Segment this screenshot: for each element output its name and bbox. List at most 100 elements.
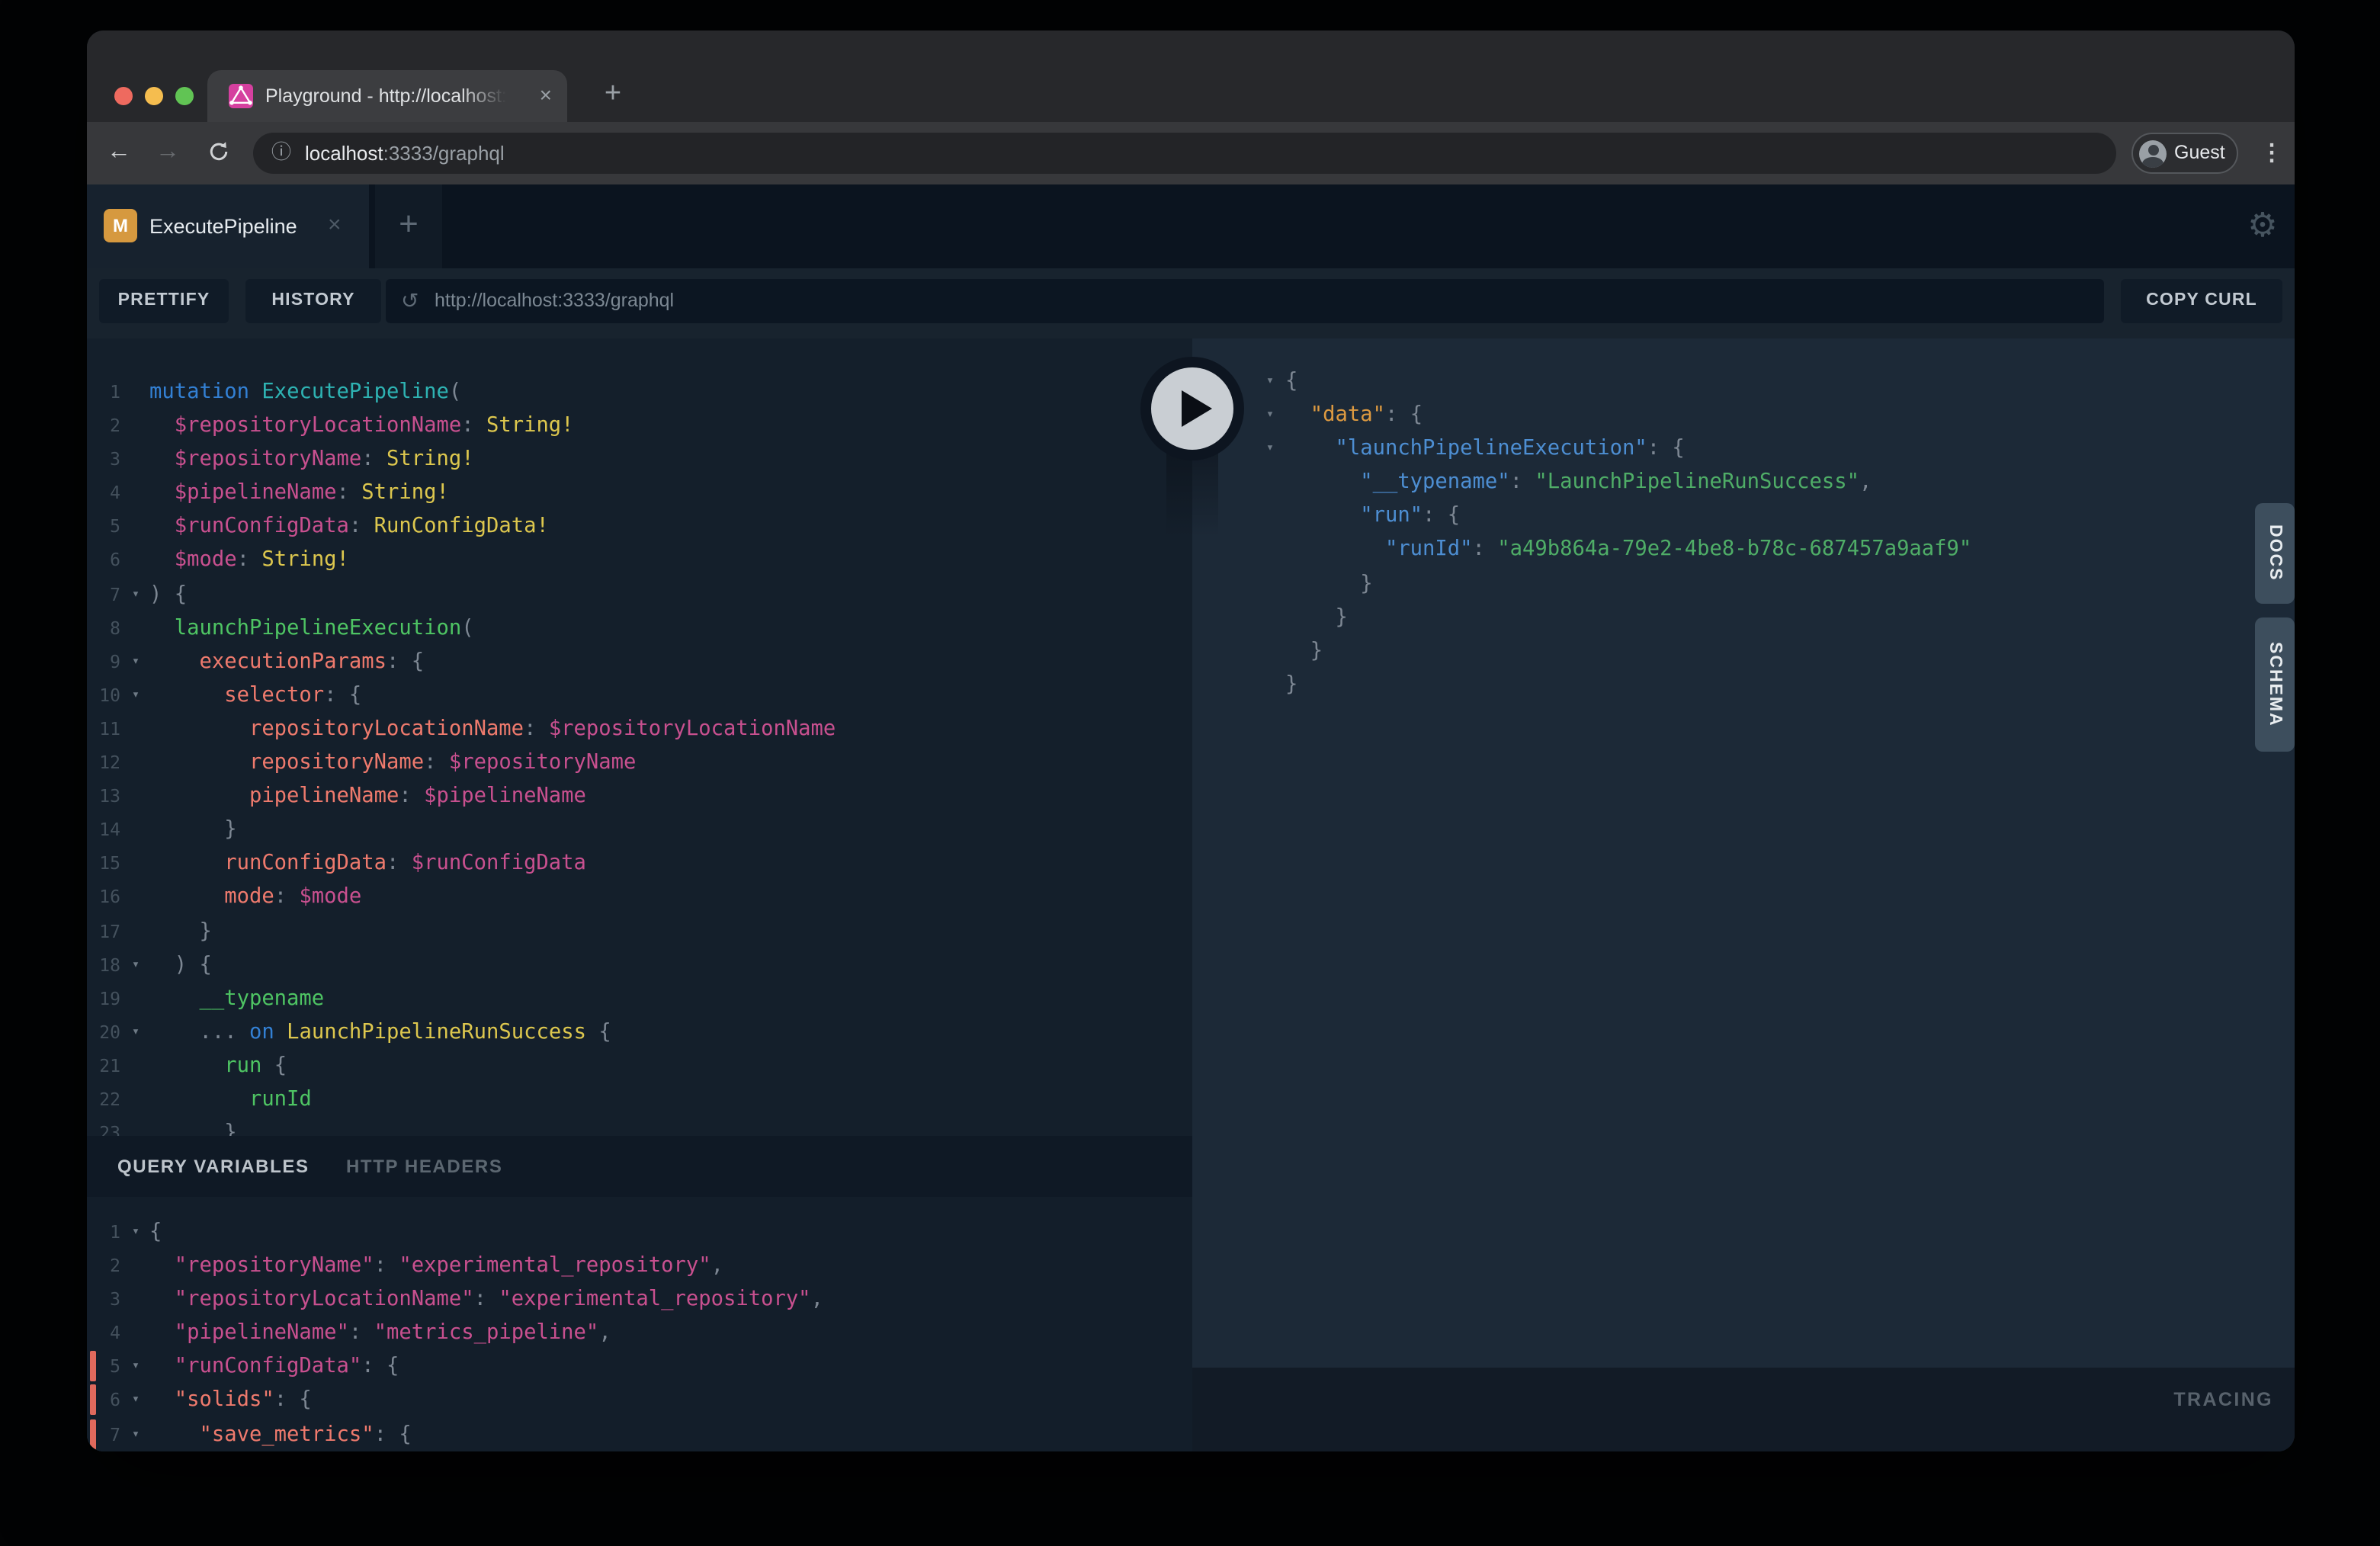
fold-arrow-icon[interactable]: ▾ [127, 577, 145, 611]
browser-tab-active[interactable]: Playground - http://localhost:3 × [207, 70, 567, 122]
code-line: "run": { [1192, 499, 2295, 533]
code-line[interactable]: 8 launchPipelineExecution( [87, 611, 1192, 644]
docs-side-tab[interactable]: DOCS [2255, 503, 2295, 604]
screen: Playground - http://localhost:3 × + ← → … [0, 0, 2380, 1546]
line-number: 7 [87, 1417, 120, 1451]
code-line[interactable]: 2 $repositoryLocationName: String! [87, 409, 1192, 442]
code-line[interactable]: 19 __typename [87, 981, 1192, 1015]
tab-http-headers[interactable]: HTTP HEADERS [346, 1136, 502, 1197]
code-line[interactable]: 7▾) { [87, 577, 1192, 611]
code-line[interactable]: 11 repositoryLocationName: $repositoryLo… [87, 712, 1192, 746]
code-line[interactable]: 14 } [87, 813, 1192, 846]
line-number: 11 [87, 712, 120, 746]
code-line[interactable]: 3 $repositoryName: String! [87, 442, 1192, 476]
fold-arrow-icon[interactable]: ▾ [127, 1350, 145, 1384]
line-number: 18 [87, 948, 120, 981]
fold-arrow-icon[interactable]: ▾ [1261, 398, 1279, 431]
traffic-light-minimize[interactable] [145, 87, 163, 105]
code-line: } [1192, 668, 2295, 701]
back-icon[interactable]: ← [101, 122, 137, 184]
traffic-light-close[interactable] [114, 87, 133, 105]
response-footer: TRACING [1192, 1368, 2295, 1451]
prettify-button[interactable]: PRETTIFY [99, 279, 229, 323]
site-info-icon[interactable]: ⓘ [271, 133, 291, 174]
code-line[interactable]: 2 "repositoryName": "experimental_reposi… [87, 1249, 1192, 1282]
line-number: 3 [87, 1282, 120, 1316]
forward-icon[interactable]: → [149, 122, 186, 184]
endpoint-input[interactable]: ↺ http://localhost:3333/graphql [386, 279, 2104, 323]
playground-toolbar: PRETTIFY HISTORY ↺ http://localhost:3333… [87, 268, 2295, 338]
fold-arrow-icon[interactable]: ▾ [1261, 364, 1279, 398]
session-tab-close-icon[interactable]: × [328, 184, 342, 268]
code-line[interactable]: 10▾ selector: { [87, 678, 1192, 712]
fold-arrow-icon[interactable]: ▾ [127, 1417, 145, 1451]
new-session-button[interactable]: + [375, 184, 442, 268]
code-line[interactable]: 3 "repositoryLocationName": "experimenta… [87, 1282, 1192, 1316]
code-line[interactable]: 15 runConfigData: $runConfigData [87, 847, 1192, 880]
code-line[interactable]: 9▾ executionParams: { [87, 645, 1192, 678]
tracing-label[interactable]: TRACING [2173, 1389, 2273, 1410]
line-number: 4 [87, 476, 120, 510]
line-number: 1 [87, 375, 120, 409]
code-line[interactable]: 16 mode: $mode [87, 880, 1192, 914]
fold-arrow-icon[interactable]: ▾ [127, 645, 145, 678]
code-line: } [1192, 600, 2295, 633]
graphql-favicon-icon [229, 84, 253, 108]
code-line: "__typename": "LaunchPipelineRunSuccess"… [1192, 466, 2295, 499]
new-tab-button[interactable]: + [590, 70, 636, 122]
browser-menu-icon[interactable]: ⋮ [2260, 133, 2284, 174]
code-line: } [1192, 566, 2295, 600]
schema-side-tab[interactable]: SCHEMA [2255, 617, 2295, 752]
code-line[interactable]: 18▾ ) { [87, 948, 1192, 981]
code-line[interactable]: 5 $runConfigData: RunConfigData! [87, 510, 1192, 544]
query-variables-editor[interactable]: 1▾{2 "repositoryName": "experimental_rep… [87, 1197, 1192, 1451]
code-line[interactable]: 12 repositoryName: $repositoryName [87, 746, 1192, 779]
avatar-icon [2139, 140, 2167, 167]
tab-query-variables[interactable]: QUERY VARIABLES [117, 1136, 310, 1197]
code-line[interactable]: 21 run { [87, 1049, 1192, 1083]
code-line[interactable]: 17 } [87, 914, 1192, 948]
code-line[interactable]: 5▾ "runConfigData": { [87, 1350, 1192, 1384]
settings-gear-icon[interactable]: ⚙ [2229, 184, 2295, 268]
line-number: 17 [87, 914, 120, 948]
code-line: ▾{ [1192, 364, 2295, 398]
line-number: 9 [87, 645, 120, 678]
query-editor[interactable]: 1mutation ExecutePipeline(2 $repositoryL… [87, 338, 1192, 1136]
code-line[interactable]: 1▾{ [87, 1215, 1192, 1249]
code-line[interactable]: 1mutation ExecutePipeline( [87, 375, 1192, 409]
line-number: 1 [87, 1215, 120, 1249]
fold-arrow-icon[interactable]: ▾ [127, 1015, 145, 1049]
endpoint-url: http://localhost:3333/graphql [435, 279, 674, 323]
line-number: 7 [87, 577, 120, 611]
traffic-light-zoom[interactable] [175, 87, 194, 105]
line-number: 14 [87, 813, 120, 846]
address-bar[interactable]: ⓘ localhost:3333/graphql [253, 133, 2116, 174]
play-icon [1182, 390, 1212, 427]
fold-arrow-icon[interactable]: ▾ [127, 1384, 145, 1417]
fold-arrow-icon[interactable]: ▾ [127, 678, 145, 712]
fold-arrow-icon[interactable]: ▾ [1261, 431, 1279, 465]
code-line[interactable]: 6 $mode: String! [87, 544, 1192, 577]
profile-button[interactable]: Guest [2131, 133, 2238, 174]
code-line: } [1192, 634, 2295, 668]
code-line[interactable]: 4 "pipelineName": "metrics_pipeline", [87, 1317, 1192, 1350]
line-number: 3 [87, 442, 120, 476]
browser-tabstrip: Playground - http://localhost:3 × + [87, 30, 2295, 122]
code-line[interactable]: 6▾ "solids": { [87, 1384, 1192, 1417]
fold-arrow-icon[interactable]: ▾ [127, 948, 145, 981]
code-line[interactable]: 23 } [87, 1116, 1192, 1136]
session-tab-executepipeline[interactable]: M ExecutePipeline × [87, 184, 369, 268]
code-line[interactable]: 22 runId [87, 1083, 1192, 1116]
line-number: 5 [87, 1350, 120, 1384]
reload-icon[interactable] [200, 122, 236, 184]
line-number: 8 [87, 611, 120, 644]
tab-close-icon[interactable]: × [540, 70, 552, 122]
code-line[interactable]: 7▾ "save_metrics": { [87, 1417, 1192, 1451]
line-number: 19 [87, 981, 120, 1015]
code-line[interactable]: 20▾ ... on LaunchPipelineRunSuccess { [87, 1015, 1192, 1049]
history-button[interactable]: HISTORY [245, 279, 381, 323]
copy-curl-button[interactable]: COPY CURL [2121, 279, 2282, 323]
fold-arrow-icon[interactable]: ▾ [127, 1215, 145, 1249]
code-line[interactable]: 4 $pipelineName: String! [87, 476, 1192, 510]
code-line[interactable]: 13 pipelineName: $pipelineName [87, 779, 1192, 813]
